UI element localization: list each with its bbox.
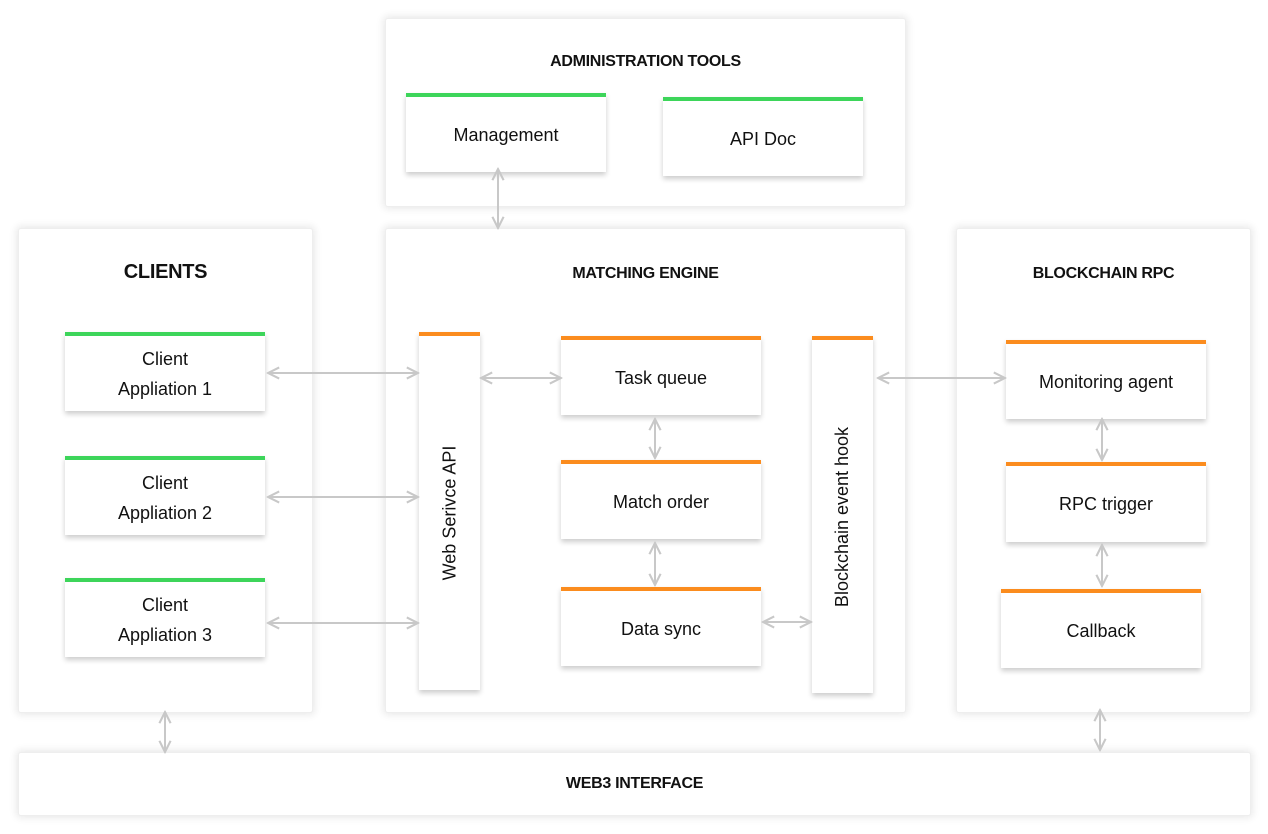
connector-arrows: [0, 0, 1268, 834]
